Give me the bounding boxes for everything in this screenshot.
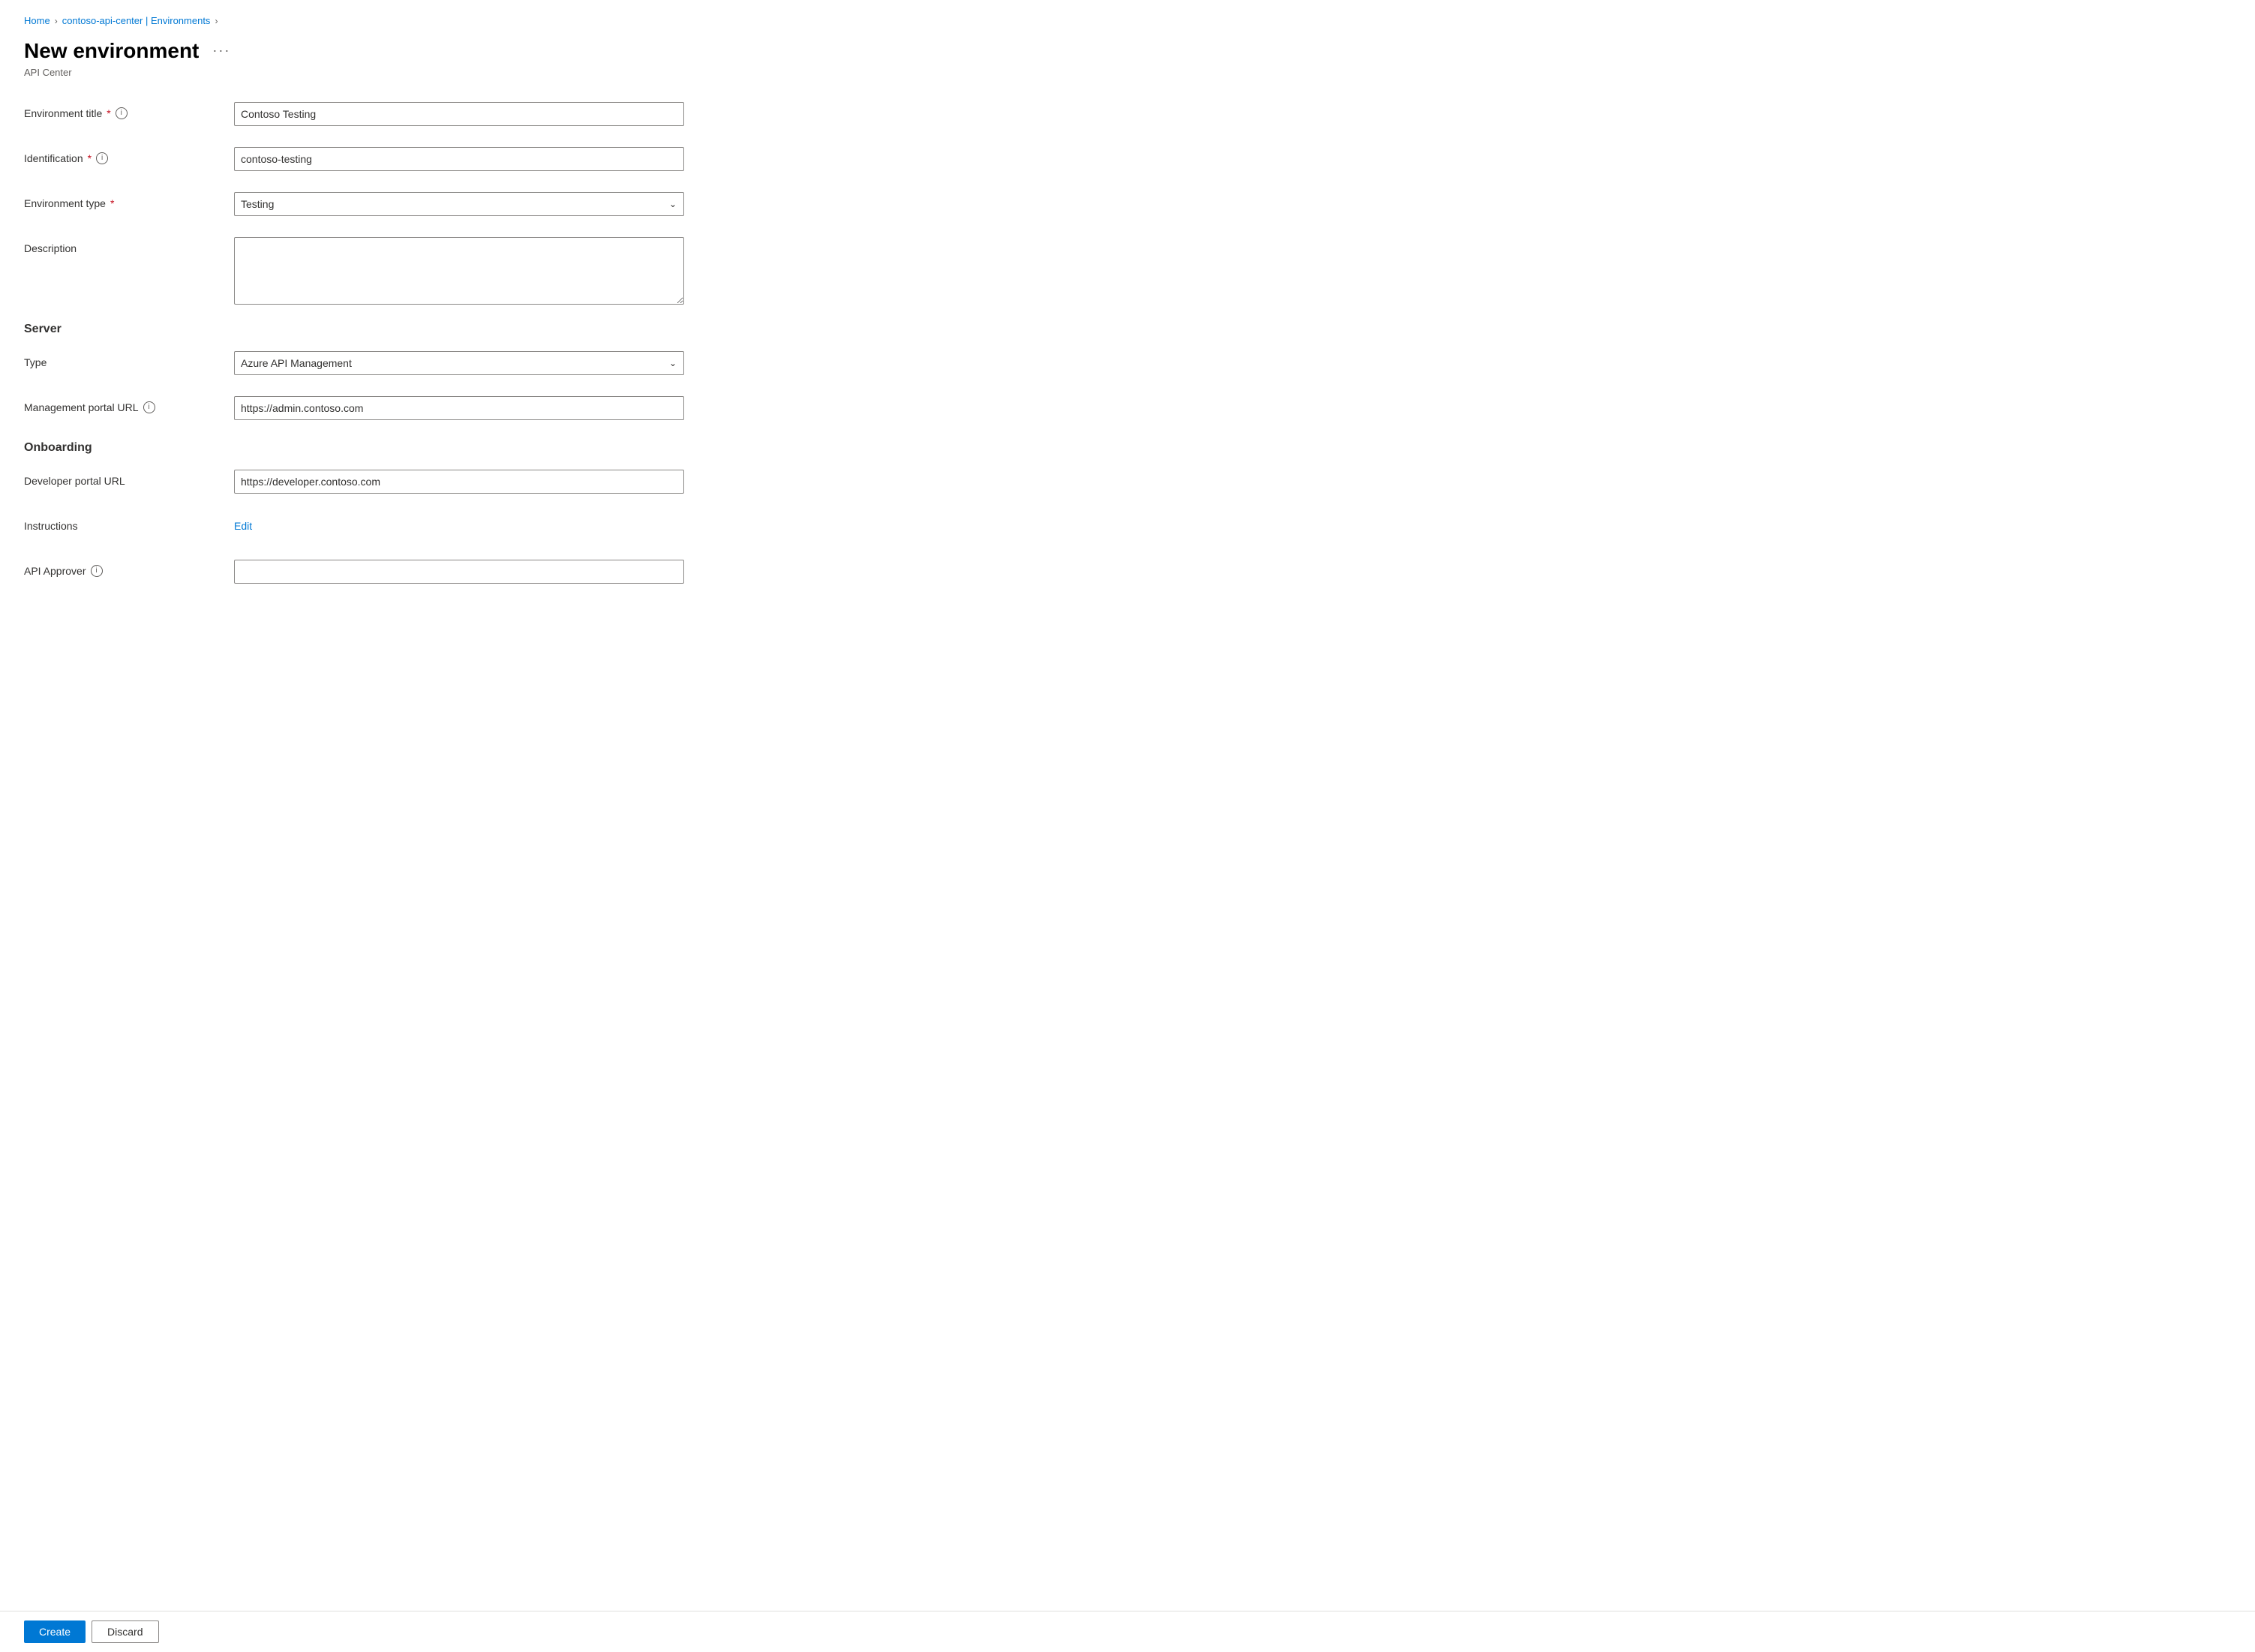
environment-type-row: Environment type * Testing Production St… bbox=[24, 192, 876, 219]
breadcrumb-sep1: › bbox=[55, 16, 58, 26]
page-header: New environment ··· bbox=[24, 38, 876, 64]
breadcrumb-sep2: › bbox=[215, 16, 218, 26]
server-type-label: Type bbox=[24, 351, 234, 368]
api-approver-input[interactable] bbox=[234, 560, 684, 584]
instructions-edit-link[interactable]: Edit bbox=[234, 515, 252, 532]
breadcrumb-environments-link[interactable]: contoso-api-center | Environments bbox=[62, 15, 211, 26]
description-textarea[interactable] bbox=[234, 237, 684, 305]
server-type-select-wrapper: Azure API Management None ⌄ bbox=[234, 351, 684, 375]
new-environment-form: Environment title * i Identification * i… bbox=[24, 102, 876, 587]
onboarding-section-divider: Onboarding bbox=[24, 441, 876, 455]
server-section-header: Server bbox=[24, 323, 876, 336]
environment-type-select[interactable]: Testing Production Staging Development bbox=[234, 192, 684, 216]
environment-title-row: Environment title * i bbox=[24, 102, 876, 129]
instructions-row: Instructions Edit bbox=[24, 515, 876, 542]
developer-portal-url-row: Developer portal URL bbox=[24, 470, 876, 497]
required-star: * bbox=[110, 197, 114, 209]
breadcrumb-home-link[interactable]: Home bbox=[24, 15, 50, 26]
onboarding-section-header: Onboarding bbox=[24, 441, 876, 455]
api-approver-info-icon[interactable]: i bbox=[91, 565, 103, 577]
api-approver-label: API Approver i bbox=[24, 560, 234, 577]
management-portal-url-info-icon[interactable]: i bbox=[143, 401, 155, 413]
more-options-button[interactable]: ··· bbox=[208, 40, 235, 62]
description-label: Description bbox=[24, 237, 234, 254]
create-button[interactable]: Create bbox=[24, 1620, 86, 1643]
server-type-select[interactable]: Azure API Management None bbox=[234, 351, 684, 375]
discard-button[interactable]: Discard bbox=[92, 1620, 158, 1643]
footer-bar: Create Discard bbox=[0, 1611, 2255, 1652]
identification-input[interactable] bbox=[234, 147, 684, 171]
page-subtitle: API Center bbox=[24, 67, 876, 78]
identification-info-icon[interactable]: i bbox=[96, 152, 108, 164]
developer-portal-url-input[interactable] bbox=[234, 470, 684, 494]
environment-title-label: Environment title * i bbox=[24, 102, 234, 119]
management-portal-url-row: Management portal URL i bbox=[24, 396, 876, 423]
management-portal-url-label: Management portal URL i bbox=[24, 396, 234, 413]
required-star: * bbox=[107, 107, 110, 119]
instructions-label: Instructions bbox=[24, 515, 234, 532]
environment-type-label: Environment type * bbox=[24, 192, 234, 209]
developer-portal-url-label: Developer portal URL bbox=[24, 470, 234, 487]
management-portal-url-input[interactable] bbox=[234, 396, 684, 420]
required-star: * bbox=[88, 152, 92, 164]
identification-row: Identification * i bbox=[24, 147, 876, 174]
environment-title-input[interactable] bbox=[234, 102, 684, 126]
description-row: Description bbox=[24, 237, 876, 305]
server-type-row: Type Azure API Management None ⌄ bbox=[24, 351, 876, 378]
server-section-divider: Server bbox=[24, 323, 876, 336]
environment-type-select-wrapper: Testing Production Staging Development ⌄ bbox=[234, 192, 684, 216]
environment-title-info-icon[interactable]: i bbox=[116, 107, 128, 119]
api-approver-row: API Approver i bbox=[24, 560, 876, 587]
identification-label: Identification * i bbox=[24, 147, 234, 164]
page-title: New environment bbox=[24, 38, 199, 64]
breadcrumb: Home › contoso-api-center | Environments… bbox=[24, 15, 876, 26]
